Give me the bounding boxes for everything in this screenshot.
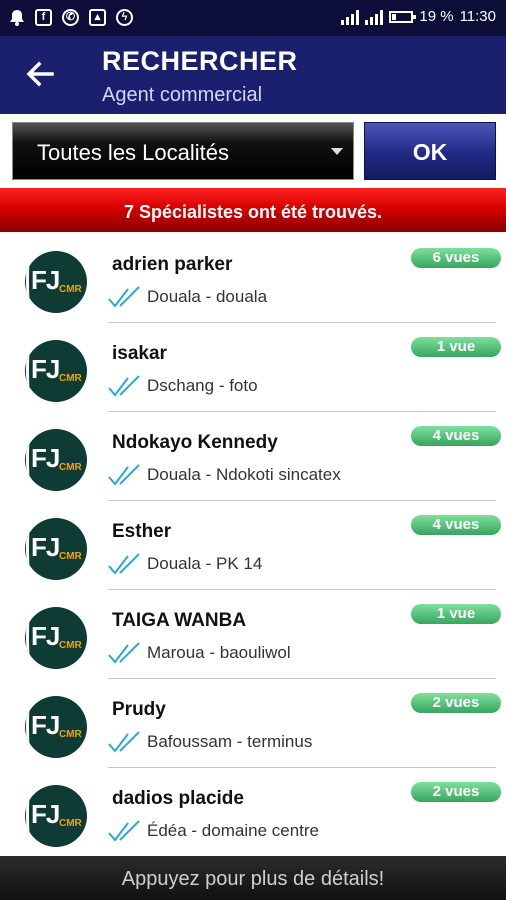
specialist-row[interactable]: FJ CMR isakar Dschang - foto 1 vue bbox=[0, 323, 506, 412]
views-badge: 1 vue bbox=[411, 604, 501, 624]
battery-level: 19 % bbox=[419, 8, 454, 25]
arrow-left-icon[interactable] bbox=[24, 58, 56, 90]
dropdown-arrow-icon bbox=[331, 148, 343, 155]
specialist-name: Ndokayo Kennedy bbox=[112, 432, 278, 453]
avatar-logo-subtext: CMR bbox=[59, 729, 82, 740]
clock: 11:30 bbox=[459, 8, 496, 25]
double-check-icon bbox=[108, 375, 140, 397]
views-badge: 4 vues bbox=[411, 515, 501, 535]
specialist-location: Bafoussam - terminus bbox=[147, 732, 313, 751]
facebook-icon: f bbox=[35, 9, 52, 26]
location-row: Douala - PK 14 bbox=[108, 553, 262, 575]
specialist-row[interactable]: FJ CMR Esther Douala - PK 14 4 vues bbox=[0, 501, 506, 590]
footer-hint: Appuyez pour plus de détails! bbox=[0, 856, 506, 900]
views-badge: 1 vue bbox=[411, 337, 501, 357]
signal-icon bbox=[341, 9, 360, 25]
specialist-location: Maroua - baouliwol bbox=[147, 643, 291, 662]
app-bar: RECHERCHER Agent commercial bbox=[0, 36, 506, 114]
avatar-logo-subtext: CMR bbox=[59, 818, 82, 829]
system-status: 19 % 11:30 bbox=[341, 8, 496, 25]
views-badge: 4 vues bbox=[411, 426, 501, 446]
double-check-icon bbox=[108, 820, 140, 842]
signal-icon-2 bbox=[365, 9, 384, 25]
whatsapp-icon: ✆ bbox=[62, 9, 79, 26]
double-check-icon bbox=[108, 553, 140, 575]
avatar-logo-text: FJ bbox=[31, 621, 60, 651]
location-row: Maroua - baouliwol bbox=[108, 642, 291, 664]
specialist-location: Douala - Ndokoti sincatex bbox=[147, 465, 341, 484]
results-count-banner: 7 Spécialistes ont été trouvés. bbox=[0, 188, 506, 232]
location-row: Bafoussam - terminus bbox=[108, 731, 312, 753]
avatar-logo-text: FJ bbox=[31, 532, 60, 562]
avatar-logo-text: FJ bbox=[31, 354, 60, 384]
locality-selected-value: Toutes les Localités bbox=[37, 140, 229, 165]
specialist-name: dadios placide bbox=[112, 788, 244, 809]
page-title: RECHERCHER bbox=[102, 46, 298, 76]
avatar-logo-text: FJ bbox=[31, 799, 60, 829]
avatar-logo-text: FJ bbox=[31, 443, 60, 473]
views-badge: 2 vues bbox=[411, 693, 501, 713]
location-row: Douala - Ndokoti sincatex bbox=[108, 464, 341, 486]
bell-icon bbox=[8, 9, 25, 26]
specialist-location: Douala - douala bbox=[147, 287, 268, 306]
avatar-logo-subtext: CMR bbox=[59, 551, 82, 562]
specialist-row[interactable]: FJ CMR Ndokayo Kennedy Douala - Ndokoti … bbox=[0, 412, 506, 501]
specialist-location: Édéa - domaine centre bbox=[147, 821, 319, 840]
avatar-logo-subtext: CMR bbox=[59, 462, 82, 473]
page-subtitle: Agent commercial bbox=[102, 84, 263, 106]
avatar: FJ CMR bbox=[25, 696, 87, 758]
status-bar: f ✆ ▴ ϟ 19 % 11:30 bbox=[0, 0, 506, 36]
views-badge: 2 vues bbox=[411, 782, 501, 802]
locality-select[interactable]: Toutes les Localités bbox=[12, 122, 354, 180]
location-row: Dschang - foto bbox=[108, 375, 258, 397]
avatar: FJ CMR bbox=[25, 251, 87, 313]
image-icon: ▴ bbox=[89, 9, 106, 26]
specialist-row[interactable]: FJ CMR adrien parker Douala - douala 6 v… bbox=[0, 234, 506, 323]
avatar: FJ CMR bbox=[25, 607, 87, 669]
double-check-icon bbox=[108, 642, 140, 664]
specialist-name: adrien parker bbox=[112, 254, 233, 275]
location-row: Douala - douala bbox=[108, 286, 267, 308]
specialist-row[interactable]: FJ CMR dadios placide Édéa - domaine cen… bbox=[0, 768, 506, 857]
avatar-logo-subtext: CMR bbox=[59, 284, 82, 295]
specialist-location: Dschang - foto bbox=[147, 376, 258, 395]
double-check-icon bbox=[108, 286, 140, 308]
ok-button[interactable]: OK bbox=[364, 122, 496, 180]
avatar-logo-text: FJ bbox=[31, 265, 60, 295]
specialist-name: Prudy bbox=[112, 699, 166, 720]
avatar-logo-text: FJ bbox=[31, 710, 60, 740]
avatar-logo-subtext: CMR bbox=[59, 640, 82, 651]
specialist-row[interactable]: FJ CMR TAIGA WANBA Maroua - baouliwol 1 … bbox=[0, 590, 506, 679]
specialist-name: Esther bbox=[112, 521, 172, 542]
avatar: FJ CMR bbox=[25, 340, 87, 402]
avatar-logo-subtext: CMR bbox=[59, 373, 82, 384]
specialist-location: Douala - PK 14 bbox=[147, 554, 263, 573]
specialist-list: FJ CMR adrien parker Douala - douala 6 v… bbox=[0, 234, 506, 857]
avatar: FJ CMR bbox=[25, 518, 87, 580]
notification-icons: f ✆ ▴ ϟ bbox=[8, 9, 133, 26]
specialist-name: isakar bbox=[112, 343, 167, 364]
specialist-name: TAIGA WANBA bbox=[112, 610, 247, 631]
avatar: FJ CMR bbox=[25, 785, 87, 847]
location-row: Édéa - domaine centre bbox=[108, 820, 319, 842]
double-check-icon bbox=[108, 731, 140, 753]
power-icon: ϟ bbox=[116, 9, 133, 26]
specialist-row[interactable]: FJ CMR Prudy Bafoussam - terminus 2 vues bbox=[0, 679, 506, 768]
double-check-icon bbox=[108, 464, 140, 486]
avatar: FJ CMR bbox=[25, 429, 87, 491]
filter-bar: Toutes les Localités OK bbox=[0, 114, 506, 188]
views-badge: 6 vues bbox=[411, 248, 501, 268]
battery-icon bbox=[389, 10, 417, 23]
